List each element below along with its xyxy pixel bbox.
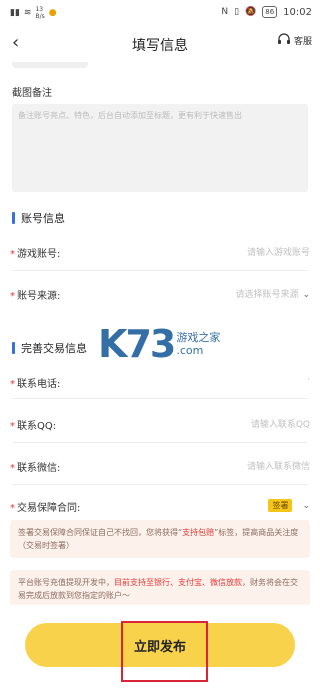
watermark-logo-mark: K73 [98, 322, 176, 366]
phone-row[interactable]: * 联系电话: · [10, 375, 310, 395]
sim-icon: ▮▮ [10, 8, 20, 18]
account-section-title: 账号信息 [12, 210, 65, 226]
trade-section-label: 完善交易信息 [21, 342, 87, 355]
qq-input[interactable]: 请输入联系QQ [251, 417, 310, 430]
withdraw-notice-text: 平台账号充值提现开发中， [18, 578, 114, 587]
phone-input[interactable]: · [307, 375, 310, 385]
wifi-icon: ≋ [23, 8, 32, 18]
publish-button[interactable]: 立即发布 [25, 623, 295, 667]
wechat-row[interactable]: * 联系微信: 请输入联系微信 [10, 459, 310, 479]
watermark-logo-text: 游戏之家 .com [176, 331, 220, 357]
contract-notice: 签署交易保障合同保证自己不找回，您将获得“支持包赔”标签，提高商品关注度（交易时… [10, 520, 310, 558]
nfc-icon: N [221, 7, 229, 17]
wechat-input[interactable]: 请输入联系微信 [247, 459, 310, 472]
required-mark: * [10, 503, 15, 514]
customer-service-label: 客服 [293, 36, 312, 47]
account-source-label: 账号来源: [17, 291, 61, 302]
phone-label: 联系电话: [17, 379, 61, 390]
qq-label: 联系QQ: [17, 421, 57, 432]
contract-notice-highlight: 支持包赔 [182, 528, 215, 537]
watermark-line2: .com [176, 344, 204, 357]
qq-row[interactable]: * 联系QQ: 请输入联系QQ [10, 417, 310, 437]
section-bar [12, 212, 15, 224]
account-source-row[interactable]: * 账号来源: 请选择账号来源 ⌄ [10, 287, 310, 307]
customer-service-button[interactable]: 客服 [276, 32, 312, 48]
mute-icon: 🔕 [245, 7, 257, 17]
withdraw-notice-highlight: 目前支持至银行、支付宝、微信放款 [114, 578, 242, 587]
k73-watermark-logo: K73 游戏之家 .com [98, 322, 220, 366]
network-speed: 13 B/s [35, 6, 45, 20]
status-bar: ▮▮ ≋ 13 B/s ● N ▯ 🔕 86 10:02 [0, 0, 320, 24]
account-source-select[interactable]: 请选择账号来源 ⌄ [235, 287, 310, 300]
chevron-down-icon: ⌄ [302, 501, 310, 511]
game-account-label: 游戏账号: [17, 249, 61, 260]
required-mark: * [10, 379, 15, 390]
clock: 10:02 [283, 6, 312, 18]
battery-icon: 86 [262, 6, 278, 18]
withdraw-notice: 平台账号充值提现开发中，目前支持至银行、支付宝、微信放款，财务将会在交易完成后放… [10, 570, 310, 608]
required-mark: * [10, 291, 15, 302]
headset-icon [277, 33, 290, 44]
page-title: 填写信息 [132, 38, 188, 54]
image-upload-stub [12, 62, 88, 68]
game-account-row[interactable]: * 游戏账号: 请输入游戏账号 [10, 245, 310, 265]
vibrate-icon: ▯ [234, 7, 240, 17]
contract-notice-text: 签署交易保障合同保证自己不找回，您将获得“ [18, 528, 183, 537]
nav-bar: ‹ 填写信息 客服 [0, 24, 320, 62]
section-bar [12, 342, 15, 354]
status-icons-left: ▮▮ ≋ 13 B/s ● [10, 6, 57, 20]
contract-row[interactable]: * 交易保障合同: 签署 ⌄ [10, 499, 310, 519]
chevron-down-icon: ⌄ [302, 290, 310, 300]
sign-tag: 签署 [268, 499, 293, 512]
status-icons-right: N ▯ 🔕 86 10:02 [221, 6, 312, 18]
required-mark: * [10, 463, 15, 474]
required-mark: * [10, 249, 15, 260]
app-icon: ● [48, 8, 57, 18]
divider [12, 270, 308, 271]
contract-toggle[interactable]: 签署 ⌄ [268, 499, 310, 512]
game-account-input[interactable]: 请输入游戏账号 [247, 245, 310, 258]
screenshot-remark-label: 截图备注 [12, 88, 52, 99]
wechat-label: 联系微信: [17, 463, 61, 474]
screenshot-remark-textarea[interactable]: 备注账号亮点、特色，后台自动添加至标题，更有利于快速售出 [12, 104, 308, 192]
divider [12, 484, 308, 485]
required-mark: * [10, 421, 15, 432]
account-source-placeholder: 请选择账号来源 [235, 290, 299, 300]
divider [12, 398, 308, 399]
divider [12, 442, 308, 443]
account-section-label: 账号信息 [21, 212, 65, 225]
footer-bar: 立即发布 [0, 605, 320, 693]
trade-section-title: 完善交易信息 [12, 340, 87, 356]
contract-label: 交易保障合同: [17, 503, 81, 514]
watermark-line1: 游戏之家 [176, 331, 221, 344]
